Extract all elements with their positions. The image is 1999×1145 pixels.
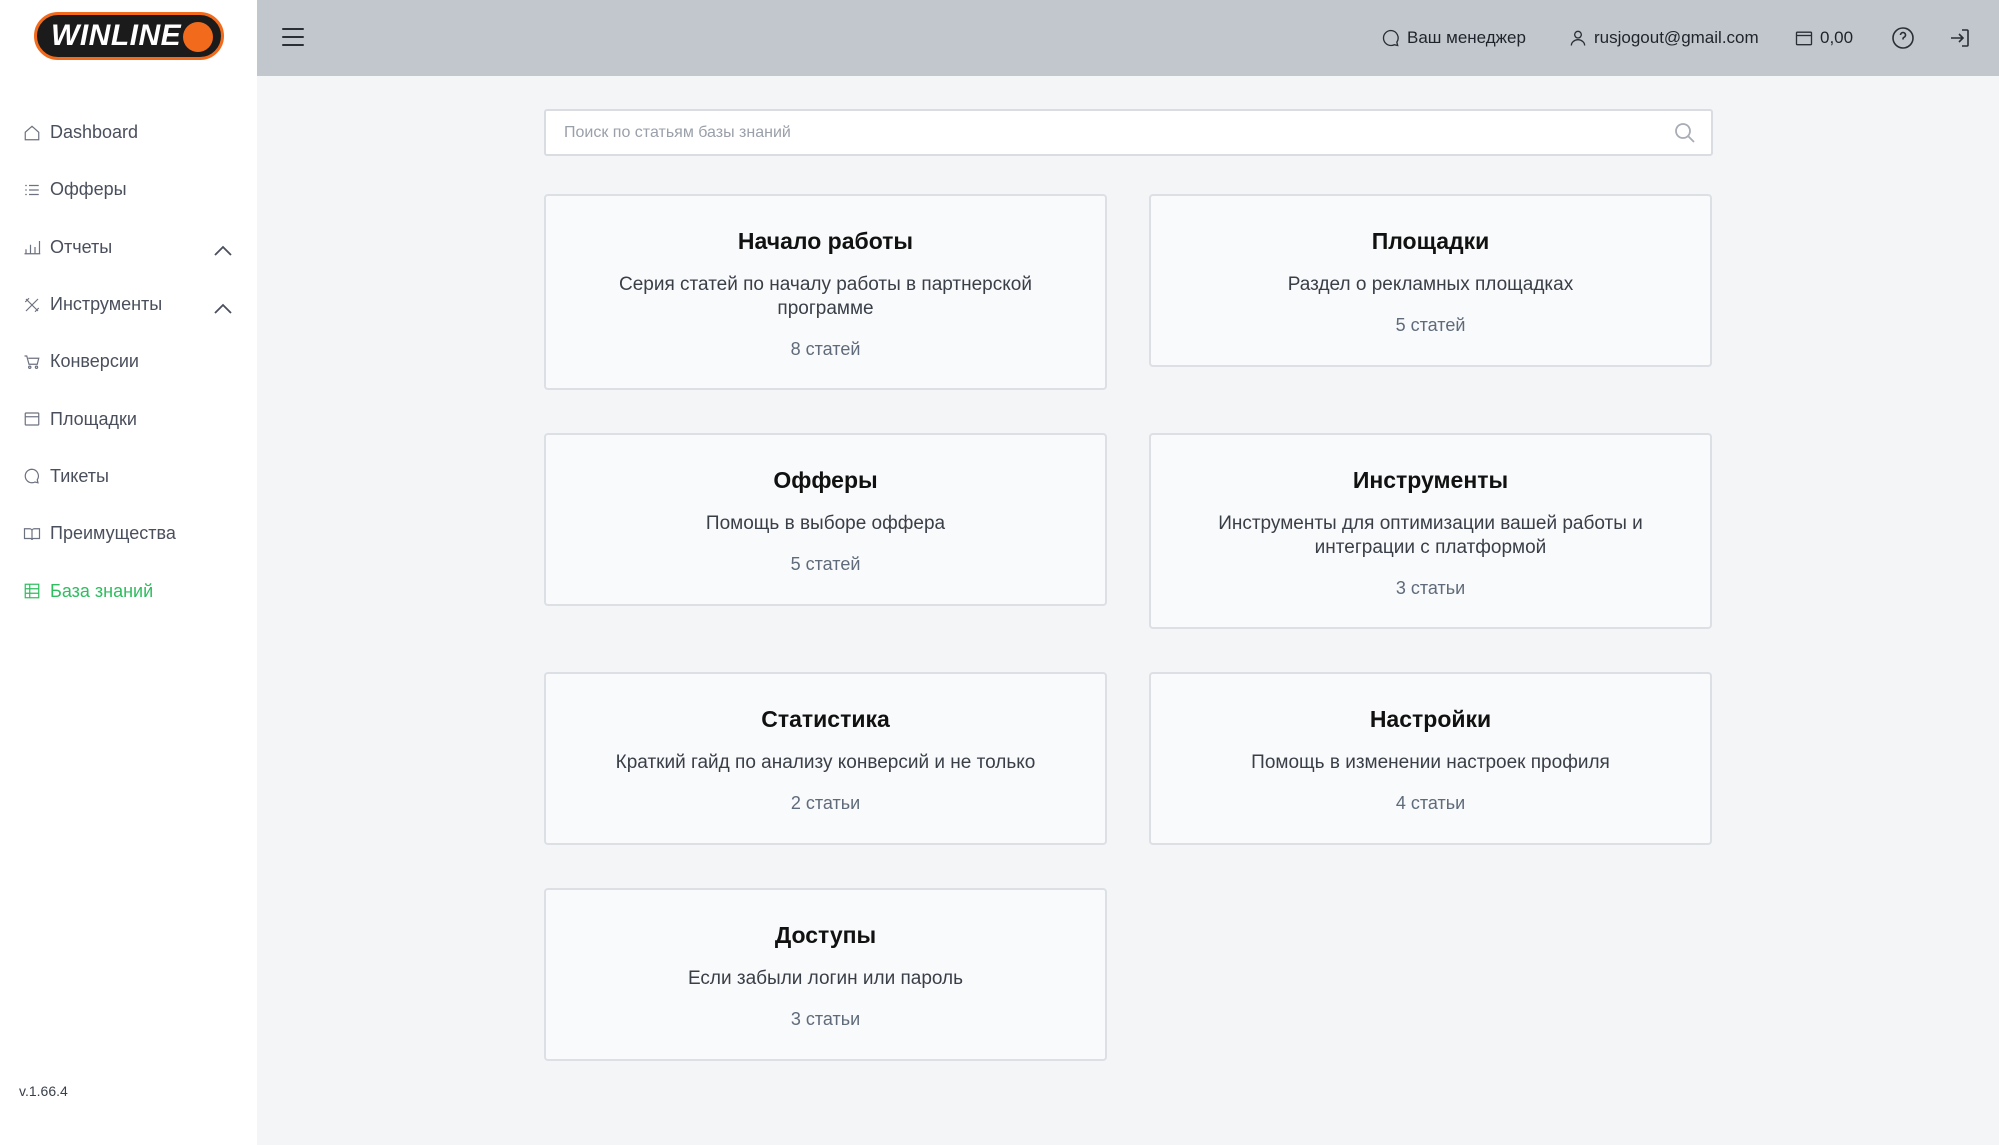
kb-category-card[interactable]: Доступы Если забыли логин или пароль 3 с… [544,888,1107,1061]
user-icon [1570,30,1586,46]
sidebar-item-label: Инструменты [50,294,163,315]
kb-category-card[interactable]: Площадки Раздел о рекламных площадках 5 … [1149,194,1712,367]
card-article-count: 4 статьи [1395,793,1466,813]
top-header: Ваш менеджер rusjogout@gmail.com 0,00 [257,0,1999,76]
sidebar: WINLINE Dashboard Офферы Отчеты Инструме… [0,0,257,1145]
card-description: Краткий гайд по анализу конверсий и не т… [615,752,1036,773]
kb-category-card[interactable]: Начало работы Серия статей по началу раб… [544,194,1107,390]
wallet-icon [1795,31,1813,46]
card-description: Инструменты для оптимизации вашей работы… [1218,513,1643,558]
sidebar-item-advantages[interactable]: Преимущества [0,505,257,562]
chat-bubble-icon [1382,29,1399,47]
sidebar-item-label: Офферы [50,179,127,200]
sidebar-item-platforms[interactable]: Площадки [0,390,257,447]
winline-logo[interactable]: WINLINE [34,12,224,60]
user-email: rusjogout@gmail.com [1594,28,1759,47]
balance-value: 0,00 [1820,28,1854,47]
search-input[interactable] [564,111,1644,154]
manager-link[interactable]: Ваш менеджер [1381,25,1526,51]
card-title: Доступы [774,922,877,948]
card-title: Офферы [773,467,878,493]
knowledge-search [544,109,1713,156]
card-title: Статистика [761,706,890,732]
sidebar-item-offers[interactable]: Офферы [0,161,257,218]
browser-window-icon [22,409,42,429]
card-description: Раздел о рекламных площадках [1287,274,1574,295]
tools-icon [22,295,42,315]
kb-category-card[interactable]: Настройки Помощь в изменении настроек пр… [1149,672,1712,845]
card-description: Помощь в изменении настроек профиля [1251,752,1610,773]
card-article-count: 5 статей [790,554,861,574]
sidebar-item-dashboard[interactable]: Dashboard [0,104,257,161]
sidebar-item-conversions[interactable]: Конверсии [0,333,257,390]
card-title: Настройки [1369,706,1492,732]
card-article-count: 3 статьи [790,1009,861,1029]
sidebar-item-label: Конверсии [50,351,139,372]
sidebar-nav: Dashboard Офферы Отчеты Инструменты Конв… [0,104,257,620]
sidebar-item-label: Площадки [50,408,137,429]
sidebar-item-label: Тикеты [50,465,109,486]
bar-chart-icon [22,237,42,257]
book-icon [22,524,42,544]
chat-bubble-icon [22,466,42,486]
logo-text: WINLINE [51,19,182,52]
list-icon [22,180,42,200]
card-article-count: 3 статьи [1395,578,1466,598]
logo-dot-icon [183,22,213,52]
card-article-count: 2 статьи [790,793,861,813]
card-title: Начало работы [737,228,914,254]
sidebar-item-label: База знаний [50,580,154,601]
help-icon[interactable] [1890,25,1916,51]
cart-icon [22,352,42,372]
chevron-up-icon[interactable] [213,299,233,314]
hamburger-menu-icon[interactable] [282,28,304,48]
card-description: Серия статей по началу работы в партнерс… [619,274,1032,319]
manager-label: Ваш менеджер [1407,28,1526,47]
card-description: Помощь в выборе оффера [705,513,946,534]
user-profile-link[interactable]: rusjogout@gmail.com [1568,25,1759,51]
app-version: v.1.66.4 [19,1083,68,1099]
sidebar-item-reports[interactable]: Отчеты [0,219,257,276]
sidebar-item-label: Отчеты [50,236,113,257]
card-article-count: 8 статей [790,339,861,359]
sidebar-item-label: Преимущества [50,523,176,544]
kb-category-card[interactable]: Инструменты Инструменты для оптимизации … [1149,433,1712,629]
card-title: Площадки [1371,228,1490,254]
card-title: Инструменты [1352,467,1509,493]
card-article-count: 5 статей [1395,315,1466,335]
home-icon [22,123,42,143]
chevron-up-icon[interactable] [213,241,233,256]
sidebar-item-knowledge-base[interactable]: База знаний [0,562,257,619]
sidebar-item-tools[interactable]: Инструменты [0,276,257,333]
search-icon[interactable] [1673,121,1697,145]
kb-category-card[interactable]: Офферы Помощь в выборе оффера 5 статей [544,433,1107,606]
logout-icon[interactable] [1947,25,1973,51]
table-icon [22,581,42,601]
kb-category-card[interactable]: Статистика Краткий гайд по анализу конве… [544,672,1107,845]
sidebar-item-tickets[interactable]: Тикеты [0,448,257,505]
balance-link[interactable]: 0,00 [1794,25,1853,51]
card-description: Если забыли логин или пароль [687,968,964,989]
sidebar-item-label: Dashboard [50,122,139,143]
